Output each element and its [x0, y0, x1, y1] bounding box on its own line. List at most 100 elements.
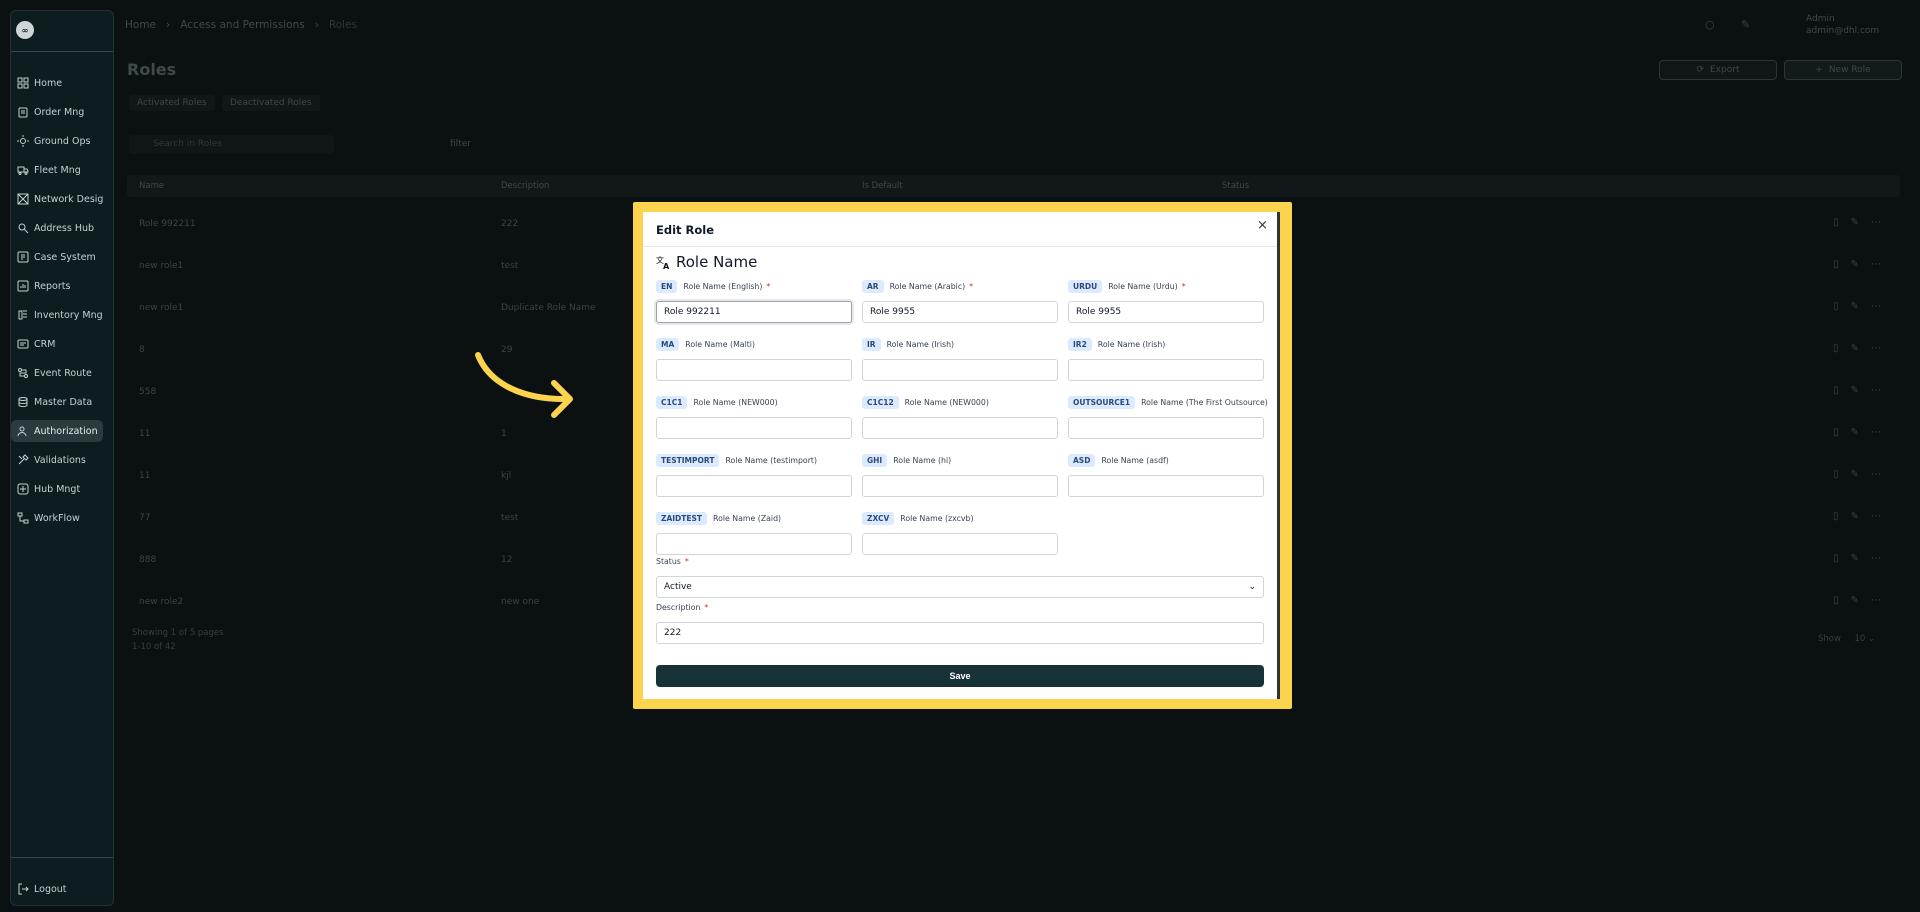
role-name-input-ghi[interactable]: [862, 475, 1058, 497]
sidebar-item-label: Ground Ops: [34, 135, 91, 147]
field-label-text: Role Name (The First Outsource): [1141, 397, 1268, 407]
modal-title: Edit Role: [656, 223, 715, 237]
col-is-default: Is Default: [862, 181, 903, 191]
field-label: C1C1 Role Name (NEW000): [656, 394, 852, 410]
breadcrumb-home[interactable]: Home: [125, 19, 156, 31]
role-name-input-ir2[interactable]: [1068, 359, 1264, 381]
role-name-input-ir[interactable]: [862, 359, 1058, 381]
row-name: 888: [139, 555, 157, 565]
language-badge: OUTSOURCE1: [1068, 395, 1136, 409]
row-actions[interactable]: ▯✎⋯: [1833, 427, 1893, 438]
row-actions[interactable]: ▯✎⋯: [1833, 301, 1893, 312]
search-input[interactable]: Search in Roles: [129, 135, 334, 154]
row-actions[interactable]: ▯✎⋯: [1833, 217, 1893, 228]
sidebar-divider-bottom: [11, 857, 113, 858]
role-name-input-zaidtest[interactable]: [656, 533, 852, 555]
description-input[interactable]: [656, 622, 1264, 644]
sidebar-item-fleet-mng[interactable]: Fleet Mng: [11, 159, 103, 181]
sidebar-item-hub-mngt[interactable]: Hub Mngt: [11, 478, 103, 500]
role-name-input-asd[interactable]: [1068, 475, 1264, 497]
sidebar-item-address-hub[interactable]: Address Hub: [11, 217, 103, 239]
filter-select[interactable]: filter: [370, 135, 550, 154]
field-role-name-ma: MA Role Name (Malti): [656, 336, 852, 381]
row-name: 8: [139, 345, 145, 355]
sidebar-item-label: Inventory Mng: [34, 309, 103, 321]
language-badge: AR: [862, 279, 884, 293]
sidebar-item-validations[interactable]: Validations: [11, 449, 103, 471]
database-icon: [16, 395, 30, 409]
translate-icon[interactable]: ✎: [1741, 18, 1755, 32]
field-role-name-outsource1: OUTSOURCE1 Role Name (The First Outsource…: [1068, 394, 1268, 439]
user-email: admin@dhl.com: [1806, 26, 1880, 36]
row-actions[interactable]: ▯✎⋯: [1833, 469, 1893, 480]
modal-divider: [643, 246, 1277, 247]
role-name-input-testimport[interactable]: [656, 475, 852, 497]
status-select[interactable]: Active ⌄: [656, 576, 1264, 598]
field-label-text: Role Name (Arabic): [889, 281, 966, 291]
row-actions[interactable]: ▯✎⋯: [1833, 259, 1893, 270]
field-label: IR2 Role Name (Irish): [1068, 336, 1264, 352]
sidebar-item-ground-ops[interactable]: Ground Ops: [11, 130, 103, 152]
col-status[interactable]: Status: [1222, 181, 1249, 191]
sidebar-item-event-route[interactable]: Event Route: [11, 362, 103, 384]
col-name[interactable]: Name: [139, 181, 164, 191]
save-button[interactable]: Save: [656, 665, 1264, 687]
field-label-text: Role Name (Urdu): [1108, 281, 1178, 291]
role-name-input-outsource1[interactable]: [1068, 417, 1264, 439]
app-logo[interactable]: ∞: [16, 21, 34, 39]
role-name-input-urdu[interactable]: [1068, 301, 1264, 323]
breadcrumb-access[interactable]: Access and Permissions: [180, 19, 304, 31]
row-actions[interactable]: ▯✎⋯: [1833, 511, 1893, 522]
sidebar-item-crm[interactable]: CRM: [11, 333, 103, 355]
sidebar-item-master-data[interactable]: Master Data: [11, 391, 103, 413]
sidebar-item-inventory-mng[interactable]: Inventory Mng: [11, 304, 103, 326]
language-badge: TESTIMPORT: [656, 453, 720, 467]
row-actions[interactable]: ▯✎⋯: [1833, 385, 1893, 396]
page-size-select[interactable]: Show 10 ⌄: [1818, 634, 1875, 644]
close-icon[interactable]: ×: [1257, 218, 1268, 233]
field-role-name-c1c12: C1C12 Role Name (NEW000): [862, 394, 1058, 439]
field-label-text: Role Name (Irish): [1097, 339, 1166, 349]
sidebar-item-workflow[interactable]: WorkFlow: [11, 507, 103, 529]
row-description: new one: [501, 597, 540, 607]
sidebar-item-case-system[interactable]: Case System: [11, 246, 103, 268]
sidebar-item-reports[interactable]: Reports: [11, 275, 103, 297]
user-info[interactable]: Admin admin@dhl.com: [1806, 13, 1879, 37]
role-name-input-ar[interactable]: [862, 301, 1058, 323]
field-label-text: Role Name (Zaid): [713, 513, 782, 523]
field-label-text: Role Name (asdf): [1101, 455, 1169, 465]
row-name: 558: [139, 387, 157, 397]
hub-icon: [16, 482, 30, 496]
bell-icon[interactable]: ○: [1705, 18, 1719, 32]
new-role-button[interactable]: + New Role: [1784, 60, 1902, 80]
field-label-text: Role Name (NEW000): [904, 397, 989, 407]
role-name-input-ma[interactable]: [656, 359, 852, 381]
field-label: OUTSOURCE1 Role Name (The First Outsource…: [1068, 394, 1268, 410]
role-name-input-c1c1[interactable]: [656, 417, 852, 439]
sidebar-item-label: Fleet Mng: [34, 164, 81, 176]
sidebar-item-label: Hub Mngt: [34, 483, 81, 495]
sidebar-item-label: Reports: [34, 280, 71, 292]
language-badge: IR: [862, 337, 881, 351]
sidebar-item-network-design[interactable]: Network Design: [11, 188, 103, 210]
role-name-input-en[interactable]: [656, 301, 852, 323]
logout-button[interactable]: Logout: [11, 878, 103, 900]
export-button[interactable]: ⟳ Export: [1659, 60, 1777, 80]
row-name: 11: [139, 471, 151, 481]
role-name-input-zxcv[interactable]: [862, 533, 1058, 555]
sidebar-item-label: Validations: [34, 454, 86, 466]
sidebar-item-home[interactable]: Home: [11, 72, 103, 94]
sidebar-item-authorization[interactable]: Authorization: [11, 420, 103, 442]
tab-activated-roles[interactable]: Activated Roles: [129, 95, 215, 111]
field-label: C1C12 Role Name (NEW000): [862, 394, 1058, 410]
sidebar-item-order-mng[interactable]: Order Mng: [11, 101, 103, 123]
row-actions[interactable]: ▯✎⋯: [1833, 595, 1893, 606]
field-role-name-ir2: IR2 Role Name (Irish): [1068, 336, 1264, 381]
sidebar-item-label: Address Hub: [34, 222, 95, 234]
field-role-name-en: EN Role Name (English) *: [656, 278, 852, 323]
role-name-input-c1c12[interactable]: [862, 417, 1058, 439]
tab-deactivated-roles[interactable]: Deactivated Roles: [222, 95, 320, 111]
row-description: 12: [501, 555, 513, 565]
row-actions[interactable]: ▯✎⋯: [1833, 343, 1893, 354]
row-actions[interactable]: ▯✎⋯: [1833, 553, 1893, 564]
